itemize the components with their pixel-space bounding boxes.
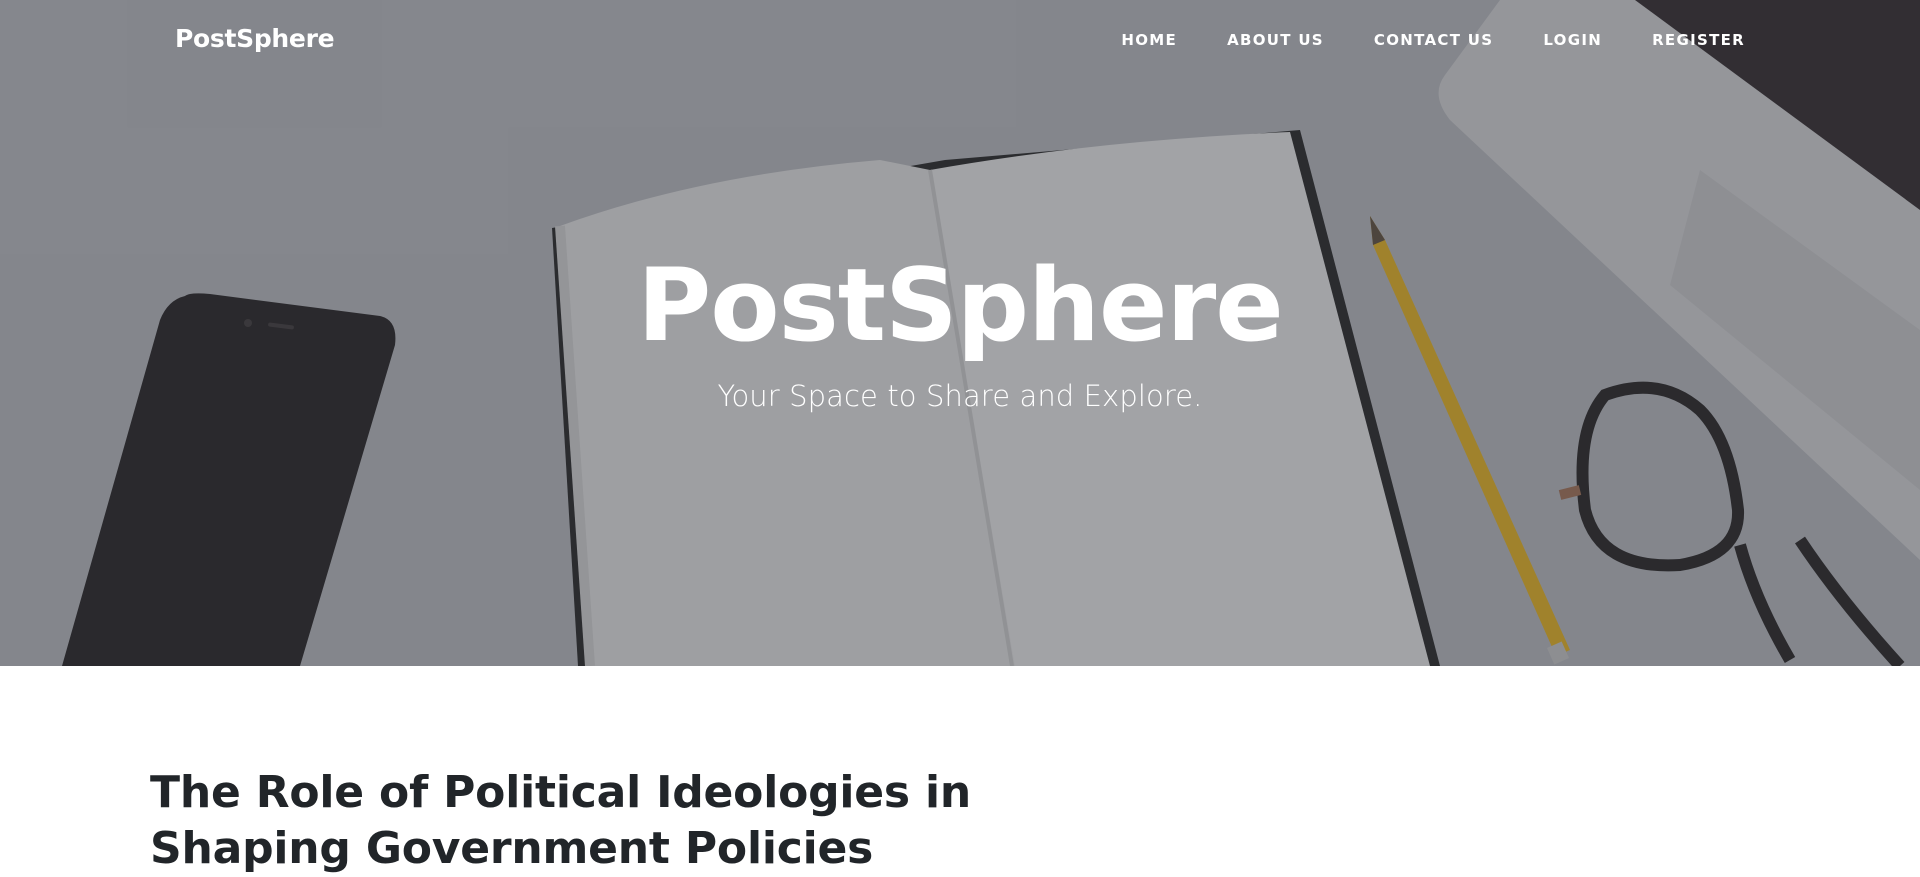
nav-link-login[interactable]: LOGIN [1543, 31, 1602, 49]
nav-link-register[interactable]: REGISTER [1652, 31, 1745, 49]
nav-link-about-us[interactable]: ABOUT US [1227, 31, 1324, 49]
hero-section: PostSphere HOME ABOUT US CONTACT US LOGI… [0, 0, 1920, 666]
hero-subtitle: Your Space to Share and Explore. [717, 379, 1203, 413]
main-navigation: HOME ABOUT US CONTACT US LOGIN REGISTER [1071, 31, 1745, 49]
brand-logo-link[interactable]: PostSphere [175, 24, 335, 53]
article-title-link[interactable]: The Role of Political Ideologies in Shap… [150, 765, 1170, 877]
nav-link-home[interactable]: HOME [1121, 31, 1177, 49]
hero-title: PostSphere [637, 246, 1284, 364]
nav-link-contact-us[interactable]: CONTACT US [1374, 31, 1493, 49]
